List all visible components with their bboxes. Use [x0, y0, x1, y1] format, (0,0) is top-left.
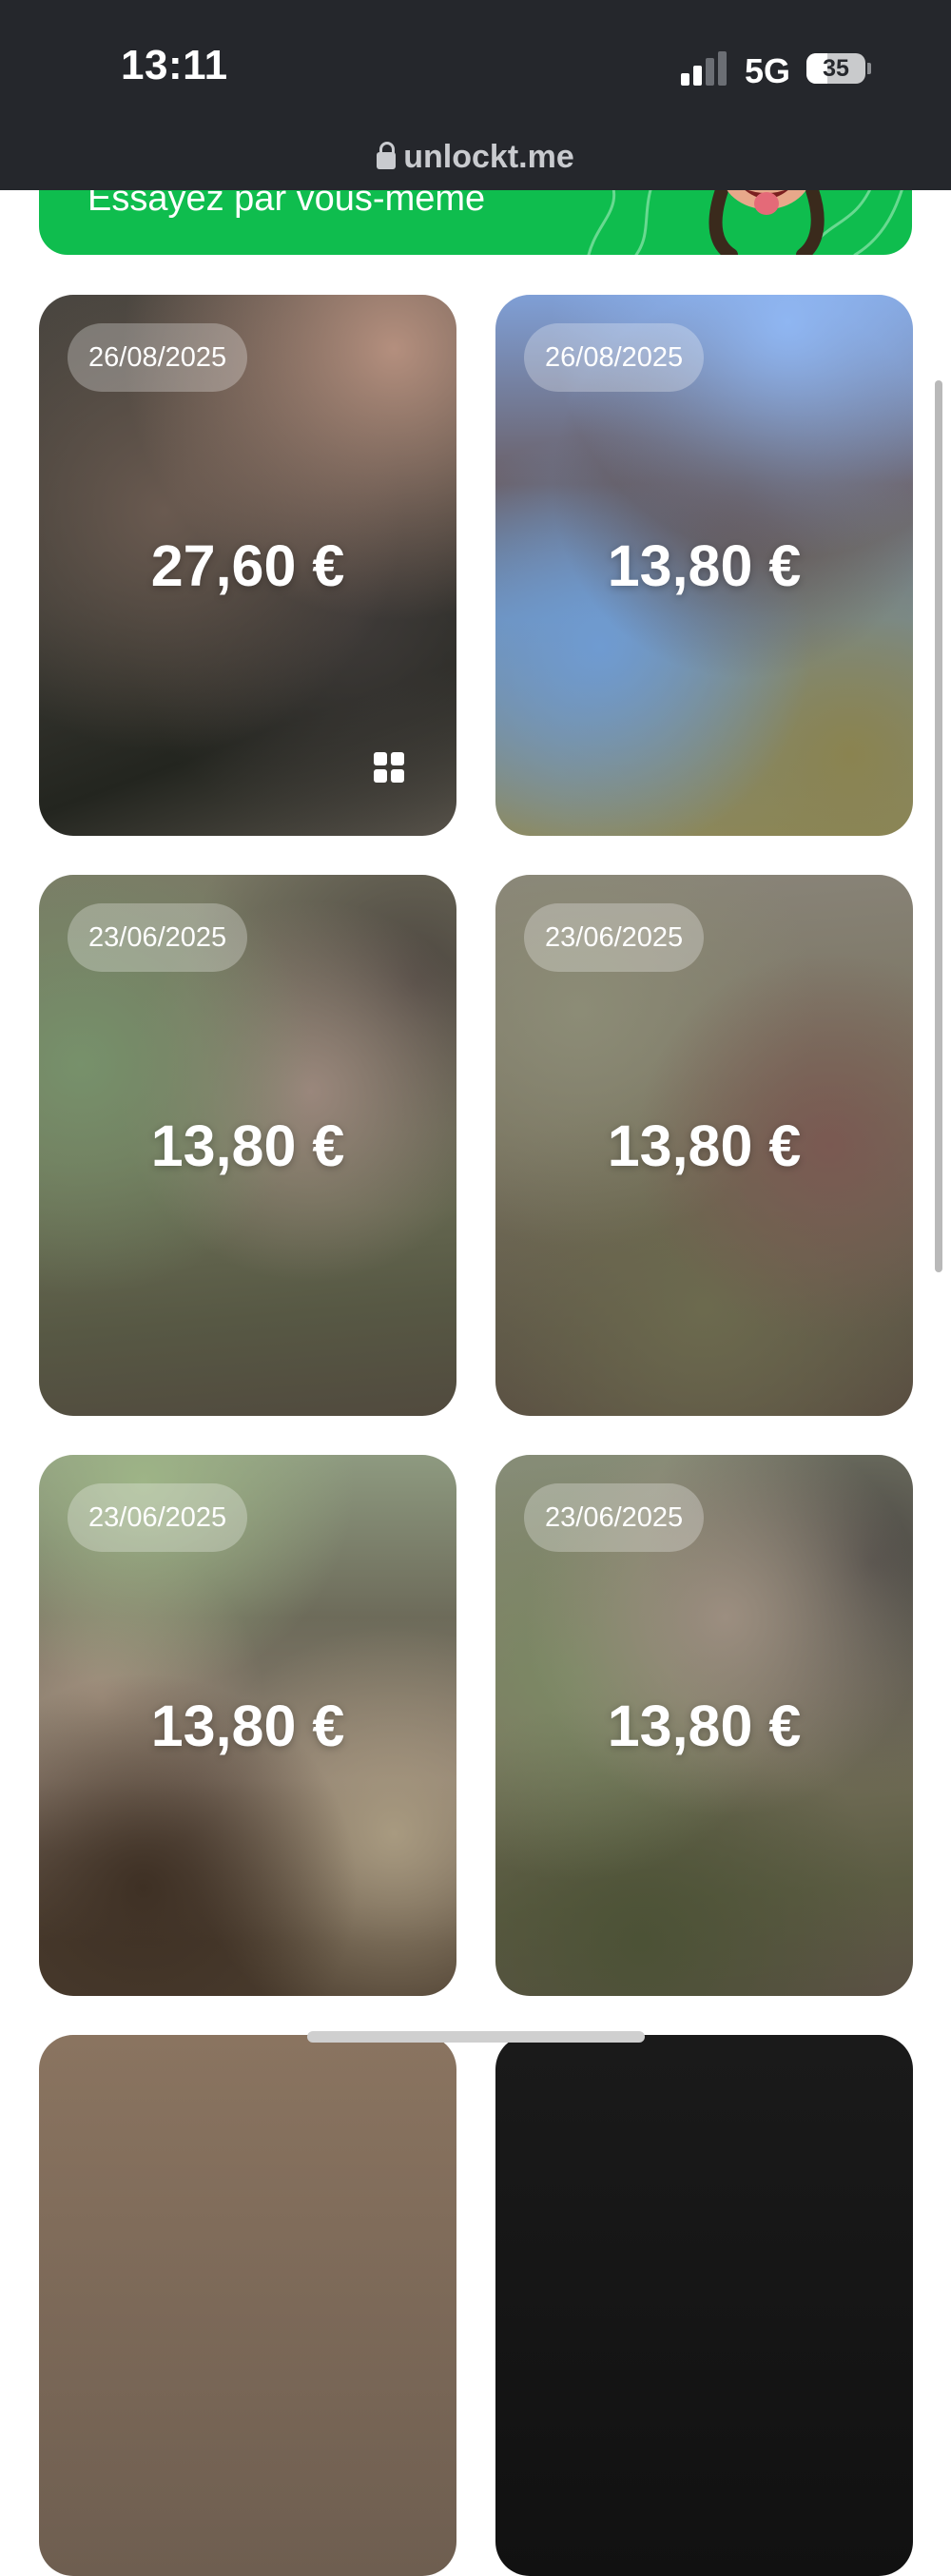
- cellular-signal-icon: [681, 51, 728, 86]
- multiple-items-icon: [374, 752, 404, 783]
- lock-icon: [377, 142, 397, 169]
- content-card-partial[interactable]: [495, 2035, 913, 2576]
- price-label: 13,80 €: [607, 533, 802, 598]
- content-card[interactable]: 23/06/2025 13,80 €: [495, 1455, 913, 1996]
- content-card[interactable]: 26/08/2025 27,60 €: [39, 295, 456, 836]
- price-label: 13,80 €: [607, 1113, 802, 1178]
- content-card[interactable]: 26/08/2025 13,80 €: [495, 295, 913, 836]
- home-indicator[interactable]: [307, 2031, 645, 2043]
- scrollbar[interactable]: [935, 380, 942, 1272]
- content-card-partial[interactable]: [39, 2035, 456, 2576]
- content-card[interactable]: 23/06/2025 13,80 €: [39, 875, 456, 1416]
- address-bar[interactable]: unlockt.me: [0, 139, 951, 176]
- url-text: unlockt.me: [403, 139, 574, 175]
- battery-icon: 35: [806, 53, 865, 84]
- network-type: 5G: [745, 51, 791, 90]
- status-time: 13:11: [121, 42, 228, 88]
- content-card[interactable]: 23/06/2025 13,80 €: [39, 1455, 456, 1996]
- price-label: 13,80 €: [150, 1113, 345, 1178]
- content-card[interactable]: 23/06/2025 13,80 €: [495, 875, 913, 1416]
- status-bar: 13:11 5G 35 unlockt.me: [0, 0, 951, 190]
- price-label: 13,80 €: [607, 1693, 802, 1758]
- battery-level: 35: [823, 55, 849, 82]
- battery-cap: [867, 63, 871, 74]
- price-label: 13,80 €: [150, 1693, 345, 1758]
